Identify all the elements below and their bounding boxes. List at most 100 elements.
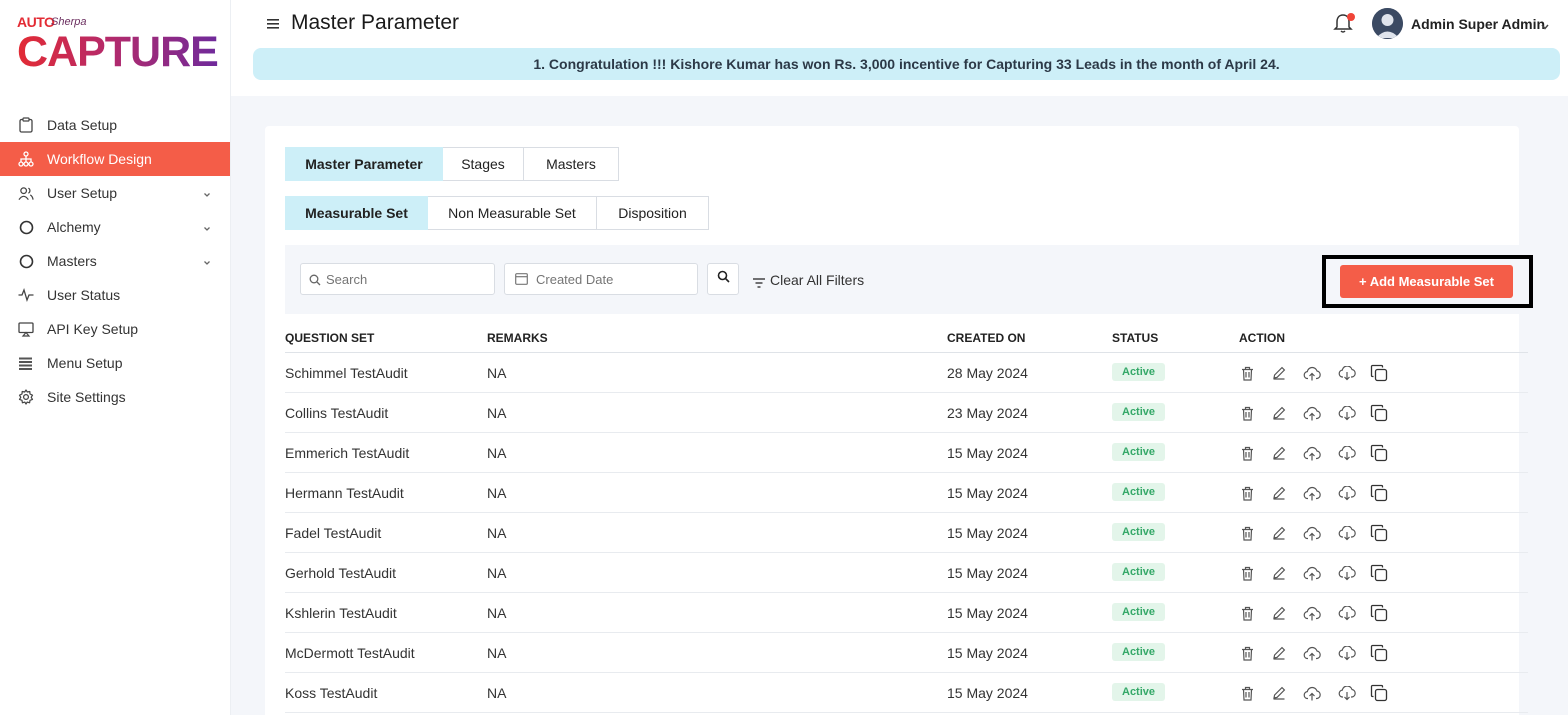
delete-icon[interactable]: [1237, 603, 1257, 623]
upload-icon[interactable]: [1302, 443, 1322, 463]
table-body: Schimmel TestAudit NA 28 May 2024 Active Col…: [285, 353, 1528, 713]
cell-created-on: 15 May 2024: [947, 485, 1028, 501]
cell-question-set: Gerhold TestAudit: [285, 565, 397, 581]
cloud-download-icon[interactable]: [1337, 683, 1357, 703]
copy-icon[interactable]: [1369, 443, 1389, 463]
cloud-download-icon[interactable]: [1337, 403, 1357, 423]
copy-icon[interactable]: [1369, 603, 1389, 623]
copy-icon[interactable]: [1369, 363, 1389, 383]
capture-logo[interactable]: AUTO Sherpa CAPTURE: [17, 14, 219, 76]
hamburger-menu-icon[interactable]: [267, 17, 281, 31]
edit-icon[interactable]: [1269, 523, 1289, 543]
status-badge: Active: [1112, 603, 1166, 621]
tab-master-parameter[interactable]: Master Parameter: [285, 147, 443, 181]
subtab-measurable-set[interactable]: Measurable Set: [285, 196, 428, 230]
created-date-field[interactable]: [504, 263, 698, 295]
table-row: Schimmel TestAudit NA 28 May 2024 Active: [285, 353, 1528, 393]
cell-remarks: NA: [487, 605, 507, 621]
table-row: Fadel TestAudit NA 15 May 2024 Active: [285, 513, 1528, 553]
sidebar-item-api-key-setup[interactable]: API Key Setup: [0, 312, 230, 346]
cloud-download-icon[interactable]: [1337, 643, 1357, 663]
chevron-down-icon[interactable]: [202, 187, 212, 197]
copy-icon[interactable]: [1369, 683, 1389, 703]
copy-icon[interactable]: [1369, 643, 1389, 663]
upload-icon[interactable]: [1302, 483, 1322, 503]
circle-icon: [18, 219, 34, 235]
edit-icon[interactable]: [1269, 643, 1289, 663]
search-button[interactable]: [707, 263, 739, 295]
cloud-download-icon[interactable]: [1337, 603, 1357, 623]
cell-created-on: 15 May 2024: [947, 685, 1028, 701]
sidebar-item-site-settings[interactable]: Site Settings: [0, 380, 230, 414]
chevron-down-icon[interactable]: [1540, 19, 1550, 30]
delete-icon[interactable]: [1237, 523, 1257, 543]
copy-icon[interactable]: [1369, 483, 1389, 503]
status-badge: Active: [1112, 483, 1166, 501]
clipboard-icon: [18, 117, 34, 133]
cloud-download-icon[interactable]: [1337, 523, 1357, 543]
sidebar-item-label: Alchemy: [47, 219, 101, 235]
sidebar-item-label: Masters: [47, 253, 97, 269]
sidebar-item-menu-setup[interactable]: Menu Setup: [0, 346, 230, 380]
header-status: STATUS: [1112, 331, 1159, 345]
circle-icon: [18, 253, 34, 269]
created-date-input[interactable]: [505, 264, 697, 294]
delete-icon[interactable]: [1237, 363, 1257, 383]
user-name[interactable]: Admin Super Admin: [1411, 16, 1545, 32]
clear-all-filters-button[interactable]: Clear All Filters: [753, 272, 864, 288]
delete-icon[interactable]: [1237, 403, 1257, 423]
cloud-download-icon[interactable]: [1337, 483, 1357, 503]
upload-icon[interactable]: [1302, 683, 1322, 703]
chevron-down-icon[interactable]: [202, 221, 212, 231]
tab-masters[interactable]: Masters: [524, 147, 619, 181]
edit-icon[interactable]: [1269, 443, 1289, 463]
tab-stages[interactable]: Stages: [443, 147, 524, 181]
user-avatar[interactable]: [1372, 8, 1403, 39]
upload-icon[interactable]: [1302, 563, 1322, 583]
sidebar-item-user-setup[interactable]: User Setup: [0, 176, 230, 210]
upload-icon[interactable]: [1302, 523, 1322, 543]
notification-dot: [1347, 13, 1355, 21]
subtab-non-measurable-set[interactable]: Non Measurable Set: [428, 196, 597, 230]
delete-icon[interactable]: [1237, 563, 1257, 583]
users-icon: [18, 185, 34, 201]
delete-icon[interactable]: [1237, 483, 1257, 503]
copy-icon[interactable]: [1369, 563, 1389, 583]
status-badge: Active: [1112, 363, 1166, 381]
subtab-disposition[interactable]: Disposition: [597, 196, 709, 230]
cell-question-set: Koss TestAudit: [285, 685, 378, 701]
row-actions: [1237, 563, 1401, 583]
search-input[interactable]: [301, 264, 494, 294]
copy-icon[interactable]: [1369, 523, 1389, 543]
search-field[interactable]: [300, 263, 495, 295]
sidebar-item-workflow-design[interactable]: Workflow Design: [0, 142, 230, 176]
sidebar-item-alchemy[interactable]: Alchemy: [0, 210, 230, 244]
upload-icon[interactable]: [1302, 643, 1322, 663]
edit-icon[interactable]: [1269, 683, 1289, 703]
delete-icon[interactable]: [1237, 643, 1257, 663]
sidebar-item-masters[interactable]: Masters: [0, 244, 230, 278]
cloud-download-icon[interactable]: [1337, 443, 1357, 463]
upload-icon[interactable]: [1302, 603, 1322, 623]
edit-icon[interactable]: [1269, 363, 1289, 383]
upload-icon[interactable]: [1302, 363, 1322, 383]
edit-icon[interactable]: [1269, 603, 1289, 623]
cell-remarks: NA: [487, 525, 507, 541]
delete-icon[interactable]: [1237, 443, 1257, 463]
sidebar-item-data-setup[interactable]: Data Setup: [0, 108, 230, 142]
delete-icon[interactable]: [1237, 683, 1257, 703]
edit-icon[interactable]: [1269, 403, 1289, 423]
chevron-down-icon[interactable]: [202, 255, 212, 265]
cell-created-on: 15 May 2024: [947, 445, 1028, 461]
cloud-download-icon[interactable]: [1337, 363, 1357, 383]
cloud-download-icon[interactable]: [1337, 563, 1357, 583]
edit-icon[interactable]: [1269, 563, 1289, 583]
upload-icon[interactable]: [1302, 403, 1322, 423]
copy-icon[interactable]: [1369, 403, 1389, 423]
add-measurable-set-button[interactable]: + Add Measurable Set: [1340, 265, 1513, 298]
edit-icon[interactable]: [1269, 483, 1289, 503]
table-row: Gerhold TestAudit NA 15 May 2024 Active: [285, 553, 1528, 593]
sidebar-item-user-status[interactable]: User Status: [0, 278, 230, 312]
cell-remarks: NA: [487, 365, 507, 381]
cell-question-set: Hermann TestAudit: [285, 485, 404, 501]
